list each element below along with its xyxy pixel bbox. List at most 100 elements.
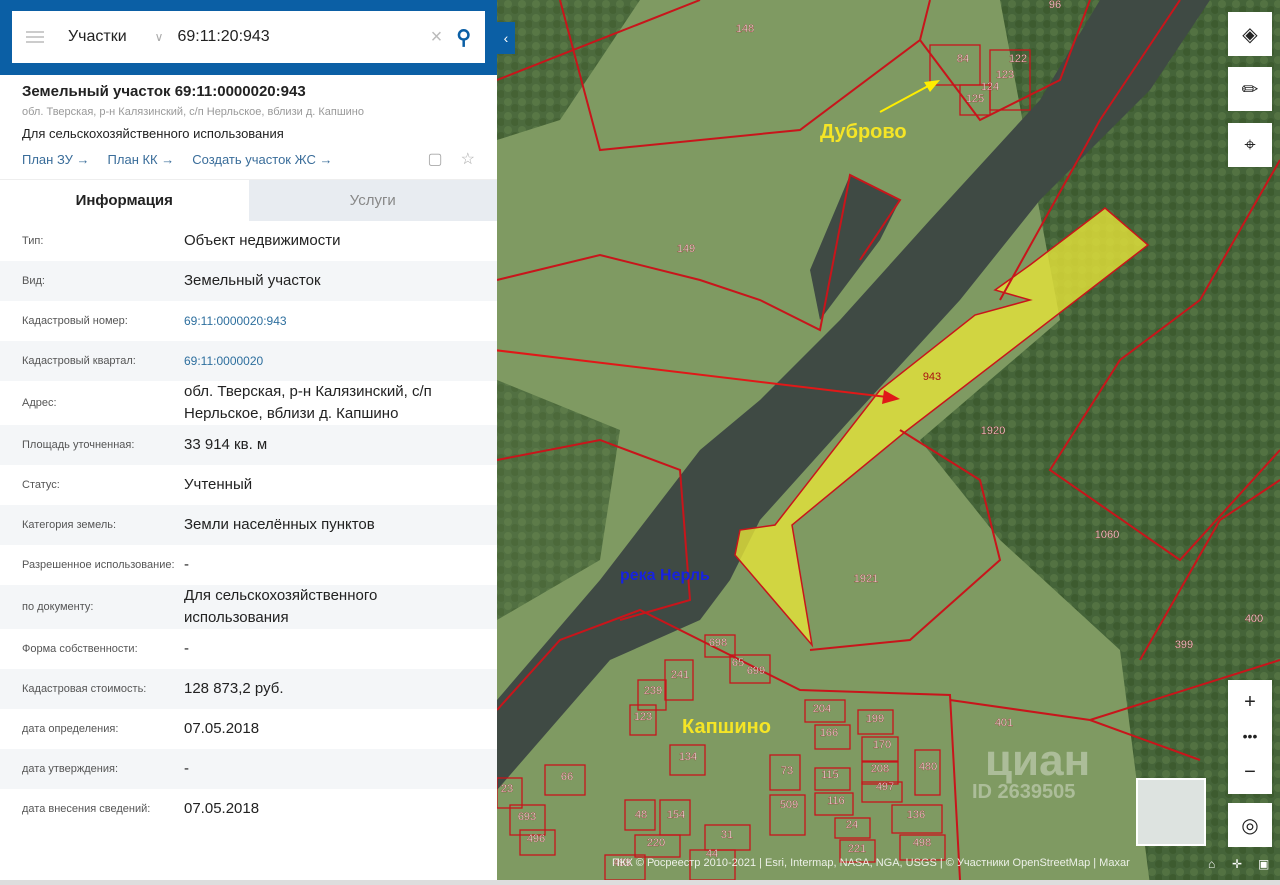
parcel-label[interactable]: 480 — [919, 761, 938, 773]
compass-button[interactable]: ◎ — [1228, 803, 1272, 847]
parcel-label[interactable]: 84 — [957, 53, 970, 65]
more-button[interactable]: ••• — [1228, 722, 1272, 750]
parcel-label[interactable]: 1921 — [854, 573, 879, 585]
zoom-out-button[interactable]: − — [1228, 750, 1272, 794]
parcel-label[interactable]: 123 — [996, 69, 1015, 81]
parcel-label[interactable]: 65 — [732, 657, 745, 669]
info-row: Кадастровая стоимость: 128 873,2 руб. — [0, 669, 497, 709]
home-icon[interactable]: ⌂ — [1208, 857, 1215, 871]
info-key: Статус: — [22, 479, 60, 491]
parcel-label[interactable]: 400 — [1245, 613, 1264, 625]
collapse-panel-button[interactable]: ‹ — [497, 22, 515, 54]
info-row: Тип: Объект недвижимости — [0, 221, 497, 261]
parcel-label[interactable]: 698 — [709, 637, 728, 649]
watermark: циан — [985, 736, 1090, 785]
info-value[interactable]: 69:11:0000020 — [184, 350, 475, 372]
parcel-label[interactable]: 221 — [848, 843, 867, 855]
plan-zu-link[interactable]: План ЗУ → — [22, 152, 90, 167]
parcel-label[interactable]: 497 — [876, 781, 895, 793]
menu-icon[interactable] — [26, 31, 44, 43]
info-key: дата определения: — [22, 723, 119, 735]
info-key: Форма собственности: — [22, 643, 138, 655]
info-value: обл. Тверская, р-н Калязинский, с/п Нерл… — [184, 383, 432, 422]
parcel-label[interactable]: 31 — [721, 829, 734, 841]
info-key: Кадастровая стоимость: — [22, 683, 147, 695]
parcel-label[interactable]: 208 — [871, 763, 890, 775]
info-value: Земли населённых пунктов — [184, 516, 375, 533]
parcel-label[interactable]: 124 — [981, 81, 1000, 93]
info-key: Кадастровый номер: — [22, 315, 128, 327]
parcel-label[interactable]: 149 — [677, 243, 696, 255]
search-category-select[interactable]: Участки — [68, 28, 127, 46]
parcel-label[interactable]: 204 — [813, 703, 832, 715]
parcel-label[interactable]: 66 — [561, 771, 574, 783]
layers-button[interactable]: ◈ — [1228, 12, 1272, 56]
info-table: Тип: Объект недвижимости Вид: Земельный уча… — [0, 221, 497, 829]
parcel-label[interactable]: 239 — [644, 685, 663, 697]
parcel-label[interactable]: 123 — [634, 711, 653, 723]
info-key: Разрешенное использование: — [22, 559, 175, 571]
parcel-label[interactable]: 220 — [647, 837, 666, 849]
ruler-button[interactable]: ✏ — [1228, 67, 1272, 111]
favorite-star-icon[interactable]: ☆ — [461, 149, 475, 169]
parcel-label[interactable]: 136 — [907, 809, 926, 821]
object-address: обл. Тверская, р-н Калязинский, с/п Нерл… — [22, 106, 364, 118]
parcel-label[interactable]: 699 — [747, 665, 766, 677]
create-parcel-link[interactable]: Создать участок ЖС → — [192, 152, 332, 167]
parcel-label[interactable]: 1920 — [981, 425, 1006, 437]
info-value: - — [184, 640, 189, 657]
chevron-down-icon[interactable]: ∨ — [155, 30, 164, 44]
locate-button[interactable]: ⌖ — [1228, 123, 1272, 167]
parcel-label[interactable]: 134 — [679, 751, 698, 763]
tab-information[interactable]: Информация — [0, 180, 249, 221]
crosshair-icon[interactable]: ✛ — [1232, 857, 1242, 871]
parcel-label[interactable]: 154 — [667, 809, 686, 821]
info-value[interactable]: 69:11:0000020:943 — [184, 310, 475, 332]
plan-kk-link[interactable]: План КК → — [108, 152, 175, 167]
object-title: Земельный участок 69:11:0000020:943 — [22, 83, 306, 100]
parcel-label[interactable]: 241 — [671, 669, 690, 681]
parcel-label[interactable]: 166 — [820, 727, 839, 739]
fullscreen-icon[interactable]: ▣ — [1258, 857, 1269, 871]
parcel-label[interactable]: 73 — [781, 765, 794, 777]
parcel-label[interactable]: 96 — [1049, 0, 1062, 11]
info-key: дата внесения сведений: — [22, 803, 151, 815]
parcel-label[interactable]: 24 — [846, 819, 859, 831]
parcel-label[interactable]: 116 — [827, 795, 845, 807]
info-value: 07.05.2018 — [184, 800, 260, 817]
watermark-id: ID 2639505 — [972, 781, 1075, 803]
parcel-label[interactable]: 943 — [923, 371, 941, 383]
parcel-label[interactable]: 1060 — [1095, 529, 1120, 541]
info-key: Вид: — [22, 275, 45, 287]
object-purpose: Для сельскохозяйственного использования — [22, 126, 284, 141]
tab-services[interactable]: Услуги — [248, 180, 497, 221]
info-key: Тип: — [22, 235, 44, 247]
parcel-label[interactable]: 199 — [866, 713, 885, 725]
parcel-label[interactable]: 48 — [635, 809, 648, 821]
search-icon[interactable]: ⚲ — [456, 25, 471, 50]
info-value: Для сельскохозяйственного использования — [184, 587, 378, 626]
clear-icon[interactable]: × — [431, 26, 443, 49]
info-row: дата утверждения: - — [0, 749, 497, 789]
parcel-label[interactable]: 115 — [821, 769, 839, 781]
basemap-switcher[interactable] — [1136, 778, 1206, 846]
parcel-label[interactable]: 496 — [527, 833, 546, 845]
parcel-label[interactable]: 399 — [1175, 639, 1194, 651]
zoom-to-object-icon[interactable]: ▢ — [428, 149, 443, 169]
info-key: Адрес: — [22, 397, 57, 409]
search-input[interactable]: 69:11:20:943 — [177, 28, 430, 46]
parcel-label[interactable]: 693 — [518, 811, 537, 823]
parcel-label[interactable]: 125 — [966, 93, 985, 105]
parcel-label[interactable]: 122 — [1009, 53, 1028, 65]
parcel-label[interactable]: 401 — [995, 717, 1014, 729]
parcel-label[interactable]: 23 — [501, 783, 514, 795]
info-value: Объект недвижимости — [184, 232, 341, 249]
zoom-in-button[interactable]: + — [1228, 680, 1272, 724]
parcel-label[interactable]: 498 — [913, 837, 932, 849]
parcel-label[interactable]: 148 — [736, 23, 755, 35]
parcel-label[interactable]: 170 — [873, 739, 892, 751]
info-row: по документу: Для сельскохозяйственного и… — [0, 585, 497, 629]
info-row: Кадастровый квартал: 69:11:0000020 — [0, 341, 497, 381]
info-key: Кадастровый квартал: — [22, 355, 136, 367]
parcel-label[interactable]: 509 — [780, 799, 799, 811]
